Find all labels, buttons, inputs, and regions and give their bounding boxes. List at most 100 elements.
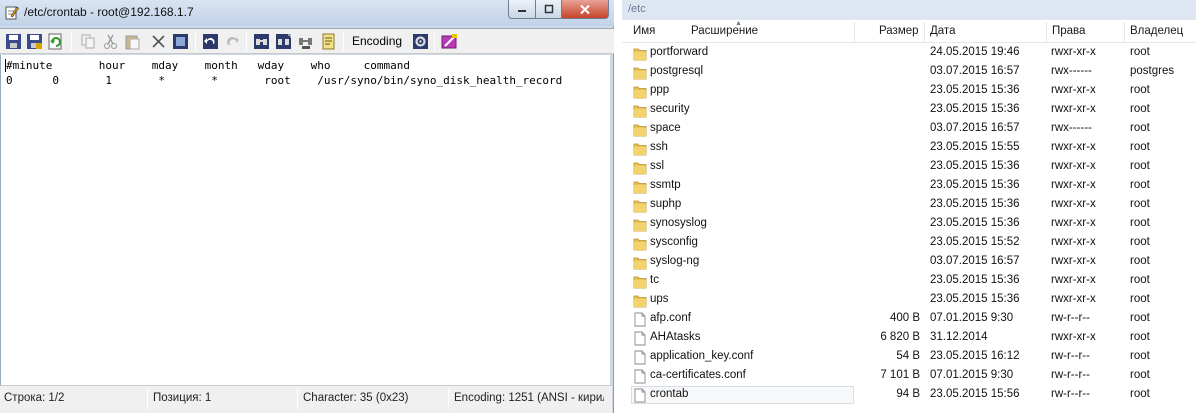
replace-icon[interactable] xyxy=(297,33,314,50)
file-name: afp.conf xyxy=(650,312,691,324)
file-permissions: rw-r--r-- xyxy=(1051,312,1090,324)
minimize-button[interactable] xyxy=(508,0,535,19)
copy-icon[interactable] xyxy=(80,33,97,50)
save-icon[interactable] xyxy=(5,33,22,50)
column-name[interactable]: Имя xyxy=(633,25,655,37)
goto-line-icon[interactable] xyxy=(320,33,337,50)
folder-icon xyxy=(633,236,647,251)
file-date: 23.05.2015 15:36 xyxy=(930,198,1020,210)
settings-gear-icon[interactable] xyxy=(412,33,429,50)
color-scheme-icon[interactable] xyxy=(441,33,458,50)
file-row[interactable]: ssl 23.05.2015 15:36 rwxr-xr-x root xyxy=(622,158,1196,177)
find-icon[interactable] xyxy=(253,33,270,50)
current-path: /etc xyxy=(628,3,646,15)
file-owner: root xyxy=(1130,46,1150,58)
file-size: 7 101 B xyxy=(880,369,920,381)
file-permissions: rwxr-xr-x xyxy=(1051,179,1096,191)
redo-icon[interactable] xyxy=(224,33,241,50)
file-row[interactable]: sysconfig 23.05.2015 15:52 rwxr-xr-x root xyxy=(622,234,1196,253)
column-divider[interactable] xyxy=(924,22,925,42)
file-panel: /etc Имя ▲ Расширение Размер Дата Права … xyxy=(622,0,1196,413)
file-size: 6 820 B xyxy=(880,331,920,343)
status-separator xyxy=(147,389,148,409)
file-row[interactable]: synosyslog 23.05.2015 15:36 rwxr-xr-x root xyxy=(622,215,1196,234)
file-row[interactable]: ups 23.05.2015 15:36 rwxr-xr-x root xyxy=(622,291,1196,310)
file-row[interactable]: ppp 23.05.2015 15:36 rwxr-xr-x root xyxy=(622,82,1196,101)
file-owner: root xyxy=(1130,293,1150,305)
file-owner: root xyxy=(1130,369,1150,381)
file-name: tc xyxy=(650,274,659,286)
file-icon xyxy=(633,369,647,384)
file-row[interactable]: security 23.05.2015 15:36 rwxr-xr-x root xyxy=(622,101,1196,120)
refresh-icon[interactable] xyxy=(47,33,64,50)
file-date: 07.01.2015 9:30 xyxy=(930,369,1014,381)
folder-icon xyxy=(633,122,647,137)
column-size[interactable]: Размер xyxy=(879,25,919,37)
file-icon xyxy=(633,312,647,327)
file-name: application_key.conf xyxy=(650,350,754,362)
file-row[interactable]: portforward 24.05.2015 19:46 rwxr-xr-x root xyxy=(622,44,1196,63)
column-divider[interactable] xyxy=(854,22,855,42)
toolbar-separator xyxy=(195,33,196,51)
file-name: ssmtp xyxy=(650,179,681,191)
file-owner: root xyxy=(1130,255,1150,267)
file-row[interactable]: ssh 23.05.2015 15:55 rwxr-xr-x root xyxy=(622,139,1196,158)
file-row[interactable]: AHAtasks 6 820 B 31.12.2014 rwxr-xr-x root xyxy=(622,329,1196,348)
file-owner: root xyxy=(1130,217,1150,229)
file-row[interactable]: ca-certificates.conf 7 101 B 07.01.2015 9:… xyxy=(622,367,1196,386)
paste-icon[interactable] xyxy=(124,33,141,50)
code-line-1: #minute hour mday month wday who command xyxy=(6,59,410,72)
maximize-button[interactable] xyxy=(535,0,562,19)
find-next-icon[interactable] xyxy=(275,33,292,50)
file-row[interactable]: suphp 23.05.2015 15:36 rwxr-xr-x root xyxy=(622,196,1196,215)
file-date: 23.05.2015 15:36 xyxy=(930,179,1020,191)
folder-icon xyxy=(633,293,647,308)
file-row[interactable]: postgresql 03.07.2015 16:57 rwx------ postg… xyxy=(622,63,1196,82)
file-permissions: rw-r--r-- xyxy=(1051,388,1090,400)
maximize-icon xyxy=(544,4,553,14)
column-header: Имя ▲ Расширение Размер Дата Права Владе… xyxy=(622,20,1196,43)
column-divider[interactable] xyxy=(1124,22,1125,42)
editor-window: /etc/crontab - root@192.168.1.7 Encoding xyxy=(0,0,614,413)
file-name: ppp xyxy=(650,84,670,96)
file-row[interactable]: syslog-ng 03.07.2015 16:57 rwxr-xr-x root xyxy=(622,253,1196,272)
file-row[interactable]: space 03.07.2015 16:57 rwx------ root xyxy=(622,120,1196,139)
encoding-button[interactable]: Encoding xyxy=(352,34,402,48)
editor-titlebar[interactable]: /etc/crontab - root@192.168.1.7 xyxy=(0,0,614,26)
save-as-icon[interactable] xyxy=(26,33,43,50)
file-size: 94 B xyxy=(896,388,920,400)
column-date[interactable]: Дата xyxy=(930,25,955,37)
file-date: 23.05.2015 15:36 xyxy=(930,293,1020,305)
path-bar: /etc xyxy=(622,0,1196,20)
column-extension[interactable]: Расширение xyxy=(691,25,758,37)
undo-icon[interactable] xyxy=(202,33,219,50)
file-row[interactable]: ssmtp 23.05.2015 15:36 rwxr-xr-x root xyxy=(622,177,1196,196)
file-permissions: rwx------ xyxy=(1051,65,1092,77)
file-permissions: rwxr-xr-x xyxy=(1051,141,1096,153)
file-date: 23.05.2015 15:36 xyxy=(930,217,1020,229)
file-date: 24.05.2015 19:46 xyxy=(930,46,1020,58)
text-editor-area[interactable]: #minute hour mday month wday who command… xyxy=(0,55,610,385)
toolbar-separator xyxy=(71,33,72,51)
file-row[interactable]: tc 23.05.2015 15:36 rwxr-xr-x root xyxy=(622,272,1196,291)
file-name: security xyxy=(650,103,690,115)
file-date: 23.05.2015 15:36 xyxy=(930,84,1020,96)
column-owner[interactable]: Владелец xyxy=(1130,25,1183,37)
file-row[interactable]: afp.conf 400 B 07.01.2015 9:30 rw-r--r-- roo… xyxy=(622,310,1196,329)
file-row[interactable]: application_key.conf 54 B 23.05.2015 16:12… xyxy=(622,348,1196,367)
column-permissions[interactable]: Права xyxy=(1052,25,1085,37)
file-permissions: rw-r--r-- xyxy=(1051,350,1090,362)
file-date: 23.05.2015 15:36 xyxy=(930,103,1020,115)
cut-icon[interactable] xyxy=(102,33,119,50)
file-date: 23.05.2015 15:55 xyxy=(930,141,1020,153)
delete-icon[interactable] xyxy=(150,33,167,50)
column-divider[interactable] xyxy=(1046,22,1047,42)
folder-icon xyxy=(633,46,647,61)
file-date: 07.01.2015 9:30 xyxy=(930,312,1014,324)
close-button[interactable] xyxy=(562,0,609,19)
folder-icon xyxy=(633,217,647,232)
file-icon xyxy=(633,350,647,365)
folder-icon xyxy=(633,141,647,156)
select-all-icon[interactable] xyxy=(172,33,189,50)
file-row[interactable]: crontab 94 B 23.05.2015 15:56 rw-r--r-- root xyxy=(622,386,1196,405)
